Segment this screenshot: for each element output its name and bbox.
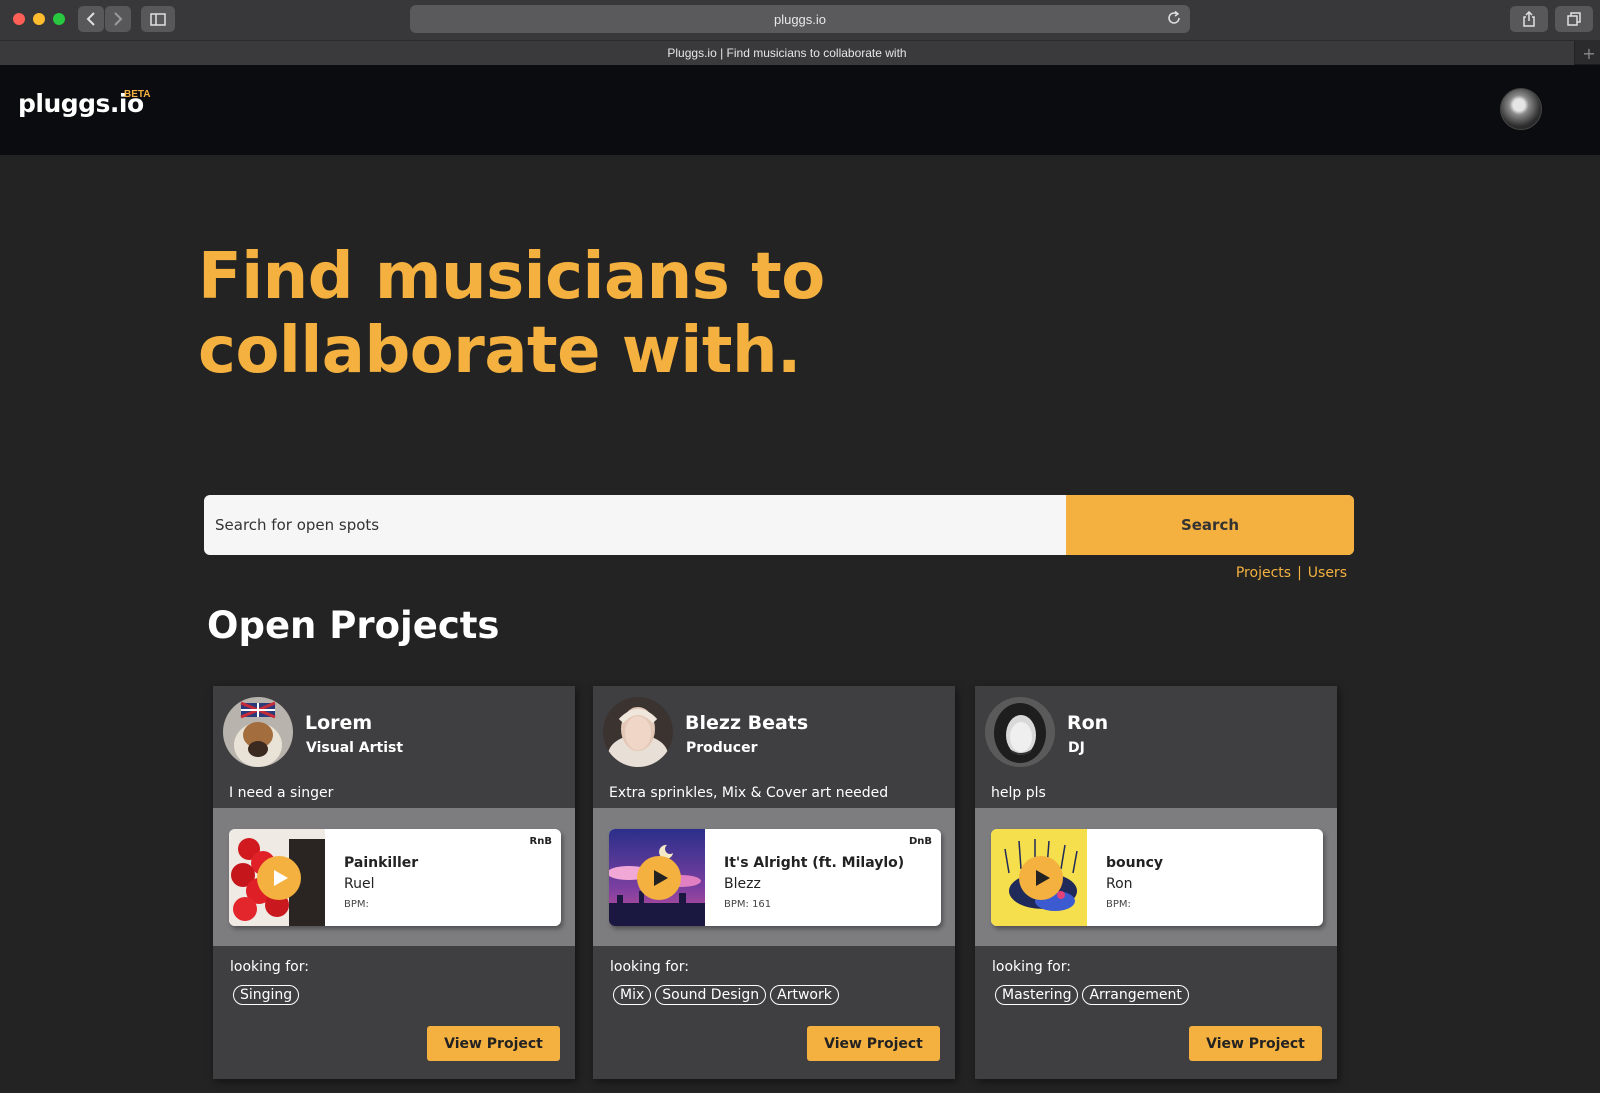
card-footer: looking for: Mix Sound Design Artwork Vi…: [593, 946, 955, 1079]
looking-for-label: looking for:: [230, 959, 309, 975]
card-user-name[interactable]: Blezz Beats: [685, 712, 808, 734]
section-title: Open Projects: [207, 604, 500, 647]
search-input[interactable]: [204, 495, 1066, 555]
track-artist: Blezz: [724, 876, 761, 892]
view-project-button[interactable]: View Project: [807, 1026, 940, 1061]
tag-pill: Mix: [613, 985, 652, 1005]
project-card: Ron DJ help pls bouncy Ron BPM: looking …: [975, 686, 1337, 1079]
tag-pill: Artwork: [770, 985, 839, 1005]
hero-title-line2: collaborate with.: [198, 314, 801, 388]
card-user-name[interactable]: Lorem: [305, 712, 372, 734]
genre-label: RnB: [529, 836, 552, 847]
view-project-button[interactable]: View Project: [1189, 1026, 1322, 1061]
card-description: I need a singer: [229, 785, 334, 801]
browser-toolbar: pluggs.io: [0, 0, 1600, 41]
back-icon: [86, 12, 95, 26]
play-button[interactable]: [257, 856, 301, 900]
card-footer: looking for: Singing View Project: [213, 946, 575, 1079]
project-card: Lorem Visual Artist I need a singer RnB …: [213, 686, 575, 1079]
track-area: DnB It's Alright (ft. Milaylo) Blezz BPM…: [593, 808, 955, 946]
track-bpm: BPM:: [344, 899, 369, 910]
track-area: RnB Painkiller Ruel BPM:: [213, 808, 575, 946]
track-player: DnB It's Alright (ft. Milaylo) Blezz BPM…: [609, 829, 941, 926]
tag-list: Singing: [233, 985, 300, 1005]
url-text: pluggs.io: [773, 11, 827, 27]
play-icon: [654, 870, 668, 886]
user-avatar[interactable]: [1500, 88, 1542, 130]
tag-pill: Singing: [233, 985, 300, 1005]
forward-button[interactable]: [105, 6, 131, 32]
cover-art: [991, 829, 1087, 926]
toggle-separator: |: [1297, 565, 1302, 581]
toggle-users[interactable]: Users: [1308, 565, 1347, 581]
card-user-role: DJ: [1068, 740, 1085, 756]
card-user-name[interactable]: Ron: [1067, 712, 1108, 734]
tag-list: Mastering Arrangement: [995, 985, 1189, 1005]
sidebar-icon: [150, 12, 166, 26]
play-button[interactable]: [1019, 856, 1063, 900]
card-user-role: Producer: [686, 740, 758, 756]
card-header: Blezz Beats Producer Extra sprinkles, Mi…: [593, 686, 955, 808]
back-button[interactable]: [78, 6, 104, 32]
beta-badge: BETA: [124, 89, 151, 100]
track-area: bouncy Ron BPM:: [975, 808, 1337, 946]
play-icon: [1036, 870, 1050, 886]
project-card: Blezz Beats Producer Extra sprinkles, Mi…: [593, 686, 955, 1079]
play-icon: [274, 870, 288, 886]
address-bar[interactable]: pluggs.io: [410, 5, 1190, 33]
card-header: Lorem Visual Artist I need a singer: [213, 686, 575, 808]
search-mode-toggle: Projects | Users: [1236, 565, 1347, 581]
toggle-projects[interactable]: Projects: [1236, 565, 1291, 581]
search-bar: Search: [204, 495, 1354, 555]
minimize-window-button[interactable]: [33, 13, 45, 25]
tab-title: Pluggs.io | Find musicians to collaborat…: [667, 46, 907, 60]
tabs-icon: [1567, 12, 1581, 26]
card-footer: looking for: Mastering Arrangement View …: [975, 946, 1337, 1079]
share-button[interactable]: [1510, 6, 1548, 32]
card-description: help pls: [991, 785, 1046, 801]
tag-pill: Sound Design: [655, 985, 767, 1005]
card-user-role: Visual Artist: [306, 740, 404, 756]
maximize-window-button[interactable]: [53, 13, 65, 25]
track-title: It's Alright (ft. Milaylo): [724, 855, 905, 871]
card-header: Ron DJ help pls: [975, 686, 1337, 808]
track-bpm: BPM:: [1106, 899, 1131, 910]
looking-for-label: looking for:: [992, 959, 1071, 975]
looking-for-label: looking for:: [610, 959, 689, 975]
tab-bar: Pluggs.io | Find musicians to collaborat…: [0, 41, 1600, 65]
track-title: bouncy: [1106, 855, 1163, 871]
hero-title: Find musicians to collaborate with.: [198, 240, 998, 388]
play-button[interactable]: [637, 856, 681, 900]
tag-list: Mix Sound Design Artwork: [613, 985, 839, 1005]
reload-icon[interactable]: [1166, 10, 1182, 26]
sidebar-toggle-button[interactable]: [141, 6, 175, 32]
track-player: bouncy Ron BPM:: [991, 829, 1323, 926]
site-header: pluggs.io BETA: [0, 65, 1600, 155]
avatar[interactable]: [603, 697, 673, 767]
forward-icon: [114, 12, 123, 26]
search-button[interactable]: Search: [1066, 495, 1354, 555]
hero-title-line1: Find musicians to: [198, 240, 825, 314]
track-player: RnB Painkiller Ruel BPM:: [229, 829, 561, 926]
active-tab[interactable]: Pluggs.io | Find musicians to collaborat…: [0, 41, 1575, 65]
cover-art: [229, 829, 325, 926]
tag-pill: Arrangement: [1082, 985, 1189, 1005]
new-tab-button[interactable]: +: [1578, 41, 1600, 65]
track-artist: Ron: [1106, 876, 1133, 892]
avatar[interactable]: [985, 697, 1055, 767]
avatar[interactable]: [223, 697, 293, 767]
cover-art: [609, 829, 705, 926]
card-description: Extra sprinkles, Mix & Cover art needed: [609, 785, 889, 801]
close-window-button[interactable]: [13, 13, 25, 25]
track-title: Painkiller: [344, 855, 419, 871]
track-bpm: BPM: 161: [724, 899, 772, 910]
view-project-button[interactable]: View Project: [427, 1026, 560, 1061]
track-artist: Ruel: [344, 876, 375, 892]
share-icon: [1523, 11, 1535, 27]
show-tabs-button[interactable]: [1555, 6, 1593, 32]
tag-pill: Mastering: [995, 985, 1079, 1005]
genre-label: DnB: [908, 836, 932, 847]
